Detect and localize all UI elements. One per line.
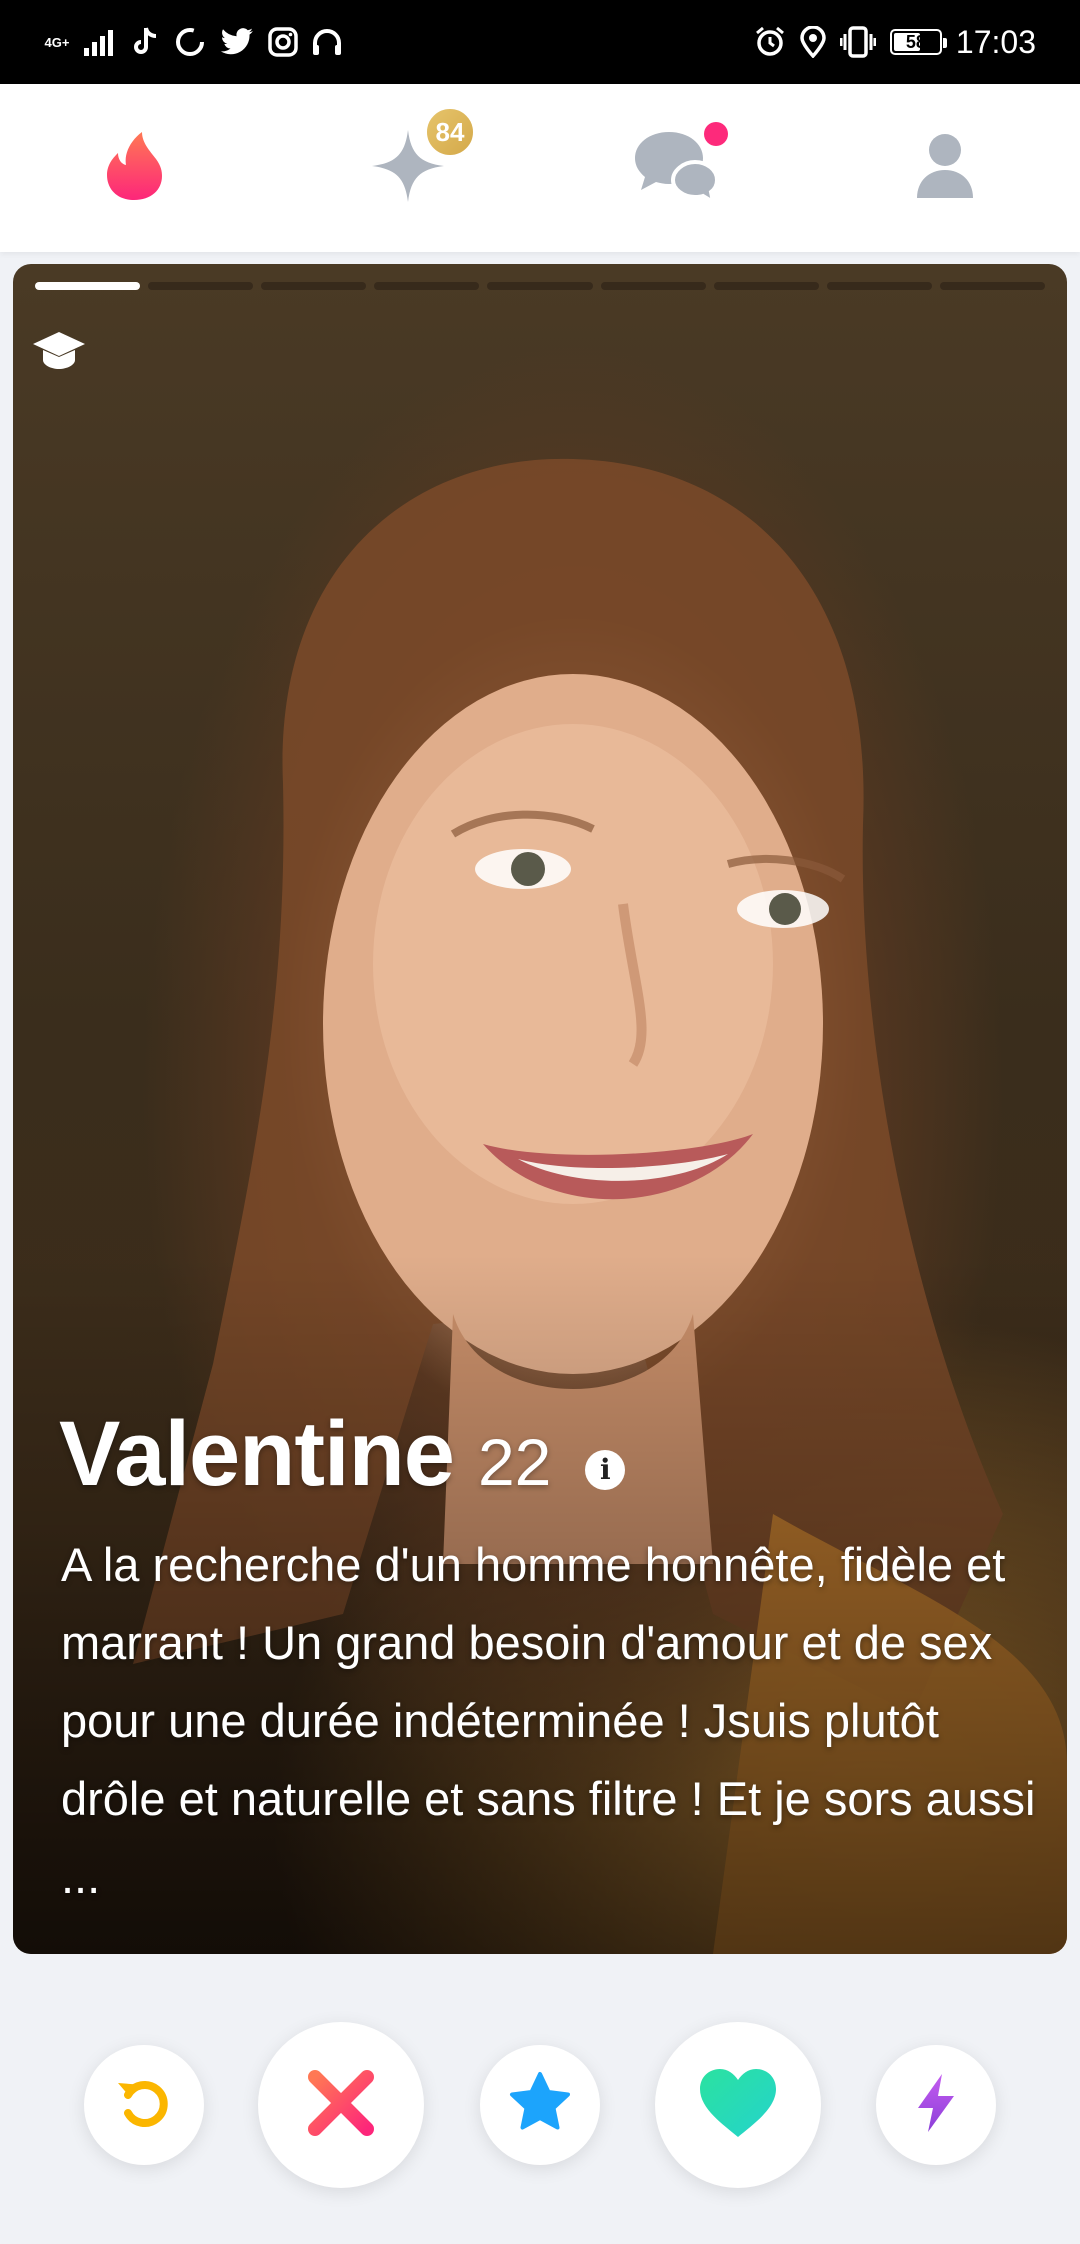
photo-progress-segment[interactable] [261, 282, 367, 290]
super-like-button[interactable] [480, 2045, 600, 2165]
lightning-icon [914, 2072, 958, 2139]
top-nav: 84 [0, 84, 1080, 252]
photo-progress-segment[interactable] [826, 282, 932, 290]
photo-progress-segment[interactable] [374, 282, 480, 290]
profile-bio: A la recherche d'un homme honnête, fidèl… [61, 1538, 1036, 1903]
gold-badge: 84 [424, 106, 476, 158]
network-type: 4G+ [44, 34, 70, 50]
action-bar [0, 1995, 1080, 2215]
signal-icon [84, 28, 118, 56]
photo-progress-segment[interactable] [35, 282, 141, 290]
alarm-icon [754, 26, 786, 58]
vibrate-icon [839, 26, 876, 58]
nav-profile[interactable] [875, 84, 1015, 252]
like-button[interactable] [655, 2022, 821, 2188]
close-icon [303, 2065, 379, 2146]
rewind-icon [114, 2073, 174, 2138]
photo-progress-segment[interactable] [487, 282, 593, 290]
photo-progress-segment[interactable] [939, 282, 1045, 290]
name-row: Valentine 22 i [59, 1402, 626, 1507]
rewind-button[interactable] [84, 2045, 204, 2165]
heart-icon [696, 2065, 780, 2146]
clock: 17:03 [955, 23, 1036, 60]
photo-progress [35, 282, 1045, 290]
flame-icon [104, 130, 164, 207]
graduation-cap-icon [31, 322, 87, 378]
info-icon[interactable]: i [585, 1449, 626, 1490]
nav-discover[interactable] [64, 84, 204, 252]
headphones-icon [312, 28, 342, 56]
photo-progress-segment[interactable] [148, 282, 254, 290]
battery-percent: 58 [905, 31, 926, 52]
nav-gold[interactable]: 84 [338, 84, 478, 252]
star-icon [507, 2070, 573, 2141]
instagram-icon [268, 27, 298, 57]
profile-icon [915, 132, 975, 205]
twitter-icon [220, 28, 254, 56]
profile-name: Valentine [59, 1403, 455, 1505]
sync-icon [174, 26, 206, 58]
status-left: 4G+ [44, 20, 342, 64]
profile-age: 22 [477, 1425, 552, 1499]
status-bar: 4G+ 58 17:03 [0, 0, 1080, 84]
battery-indicator: 58 [889, 29, 947, 55]
nope-button[interactable] [258, 2022, 424, 2188]
new-message-dot [704, 122, 728, 146]
profile-card[interactable]: Valentine 22 i A la recherche d'un homme… [13, 264, 1067, 1954]
boost-button[interactable] [876, 2045, 996, 2165]
tiktok-icon [132, 26, 160, 58]
location-icon [800, 26, 826, 58]
photo-progress-segment[interactable] [713, 282, 819, 290]
nav-messages[interactable] [606, 84, 746, 252]
status-right: 58 17:03 [754, 20, 1036, 64]
photo-progress-segment[interactable] [600, 282, 706, 290]
